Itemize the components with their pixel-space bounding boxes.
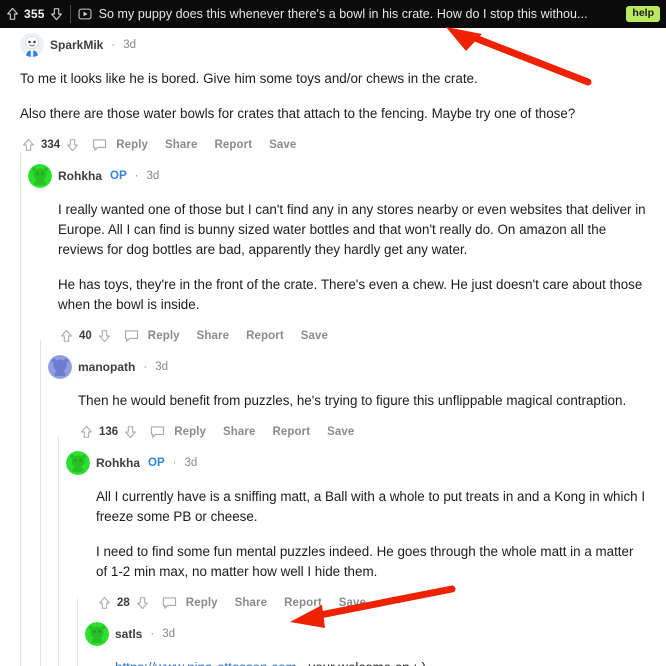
arrow-up-icon[interactable] bbox=[98, 596, 111, 610]
post-flair-badge[interactable]: help bbox=[626, 6, 660, 22]
arrow-down-icon[interactable] bbox=[136, 596, 149, 610]
post-header-bar: 355 So my puppy does this whenever there… bbox=[0, 0, 666, 28]
comment-paragraph: Then he would benefit from puzzles, he's… bbox=[78, 393, 627, 408]
comment-actions: 28 Reply Share Report Save bbox=[98, 591, 648, 615]
arrow-down-icon[interactable] bbox=[98, 329, 111, 343]
comment-satls: satls · 3d https://www.nina-ottosson.com… bbox=[0, 615, 666, 666]
comment-paragraph: I need to find some fun mental puzzles i… bbox=[96, 544, 634, 579]
avatar[interactable] bbox=[20, 33, 44, 57]
reply-button[interactable]: Reply bbox=[148, 330, 180, 342]
comment-separator: · bbox=[134, 170, 139, 182]
comment-header: satls · 3d bbox=[85, 621, 648, 647]
comment-bubble-icon[interactable] bbox=[124, 329, 139, 343]
comment-bubble-icon[interactable] bbox=[162, 596, 177, 610]
comment-timestamp: 3d bbox=[146, 170, 160, 182]
comment-header: SparkMik · 3d bbox=[20, 32, 648, 58]
report-button[interactable]: Report bbox=[272, 426, 310, 438]
avatar[interactable] bbox=[28, 164, 52, 188]
save-button[interactable]: Save bbox=[269, 139, 296, 151]
comment-timestamp: 3d bbox=[162, 628, 175, 640]
comment-header: Rohkha OP · 3d bbox=[66, 450, 648, 476]
comment-separator: · bbox=[172, 457, 177, 469]
arrow-up-icon[interactable] bbox=[22, 138, 35, 152]
comment-separator: · bbox=[150, 628, 155, 640]
comment-author[interactable]: satls bbox=[115, 627, 142, 641]
report-button[interactable]: Report bbox=[284, 597, 322, 609]
share-button[interactable]: Share bbox=[223, 426, 255, 438]
avatar[interactable] bbox=[48, 355, 72, 379]
comment-author[interactable]: Rohkha bbox=[58, 169, 102, 183]
comment-body: To me it looks like he is bored. Give hi… bbox=[20, 69, 648, 124]
comment-body: https://www.nina-ottosson.com - your wel… bbox=[115, 658, 648, 666]
comment-bubble-icon[interactable] bbox=[150, 425, 165, 439]
comment-paragraph: https://www.nina-ottosson.com - your wel… bbox=[115, 658, 648, 666]
comment-score: 28 bbox=[117, 597, 130, 609]
comment-actions: 136 Reply Share Report Save bbox=[80, 420, 648, 444]
reply-button[interactable]: Reply bbox=[116, 139, 148, 151]
post-vote-group: 355 bbox=[6, 7, 63, 21]
reply-button[interactable]: Reply bbox=[174, 426, 206, 438]
avatar[interactable] bbox=[85, 622, 109, 646]
comment-timestamp: 3d bbox=[123, 39, 136, 51]
comment-timestamp: 3d bbox=[155, 361, 168, 373]
header-divider bbox=[69, 5, 71, 23]
post-score: 355 bbox=[24, 7, 45, 21]
comment-score: 40 bbox=[79, 330, 92, 342]
comment-sparkmik: SparkMik · 3d To me it looks like he is … bbox=[0, 28, 666, 157]
avatar[interactable] bbox=[66, 451, 90, 475]
external-link[interactable]: https://www.nina-ottosson.com bbox=[115, 660, 297, 666]
comment-header: manopath · 3d bbox=[48, 354, 648, 380]
post-title[interactable]: So my puppy does this whenever there's a… bbox=[99, 7, 619, 21]
video-play-icon bbox=[78, 8, 92, 20]
comment-score: 136 bbox=[99, 426, 119, 438]
arrow-up-icon[interactable] bbox=[80, 425, 93, 439]
comment-rohkha-1: Rohkha OP · 3d I really wanted one of th… bbox=[0, 157, 666, 348]
comment-body: Then he would benefit from puzzles, he's… bbox=[78, 391, 648, 411]
share-button[interactable]: Share bbox=[235, 597, 267, 609]
reddit-comment-thread-screenshot: 355 So my puppy does this whenever there… bbox=[0, 0, 666, 666]
comment-body: All I currently have is a sniffing matt,… bbox=[96, 487, 648, 582]
comment-score: 334 bbox=[41, 139, 61, 151]
save-button[interactable]: Save bbox=[327, 426, 354, 438]
comment-actions: 40 Reply Share Report Save bbox=[60, 324, 648, 348]
comment-actions: 334 Reply Share Report Save bbox=[22, 133, 648, 157]
comment-body: I really wanted one of those but I can't… bbox=[58, 200, 648, 315]
arrow-down-icon[interactable] bbox=[66, 138, 79, 152]
comment-manopath: manopath · 3d Then he would benefit from… bbox=[0, 348, 666, 444]
comment-header: Rohkha OP · 3d bbox=[28, 163, 648, 189]
comment-bubble-icon[interactable] bbox=[92, 138, 107, 152]
comment-timestamp: 3d bbox=[184, 457, 198, 469]
arrow-down-icon[interactable] bbox=[124, 425, 137, 439]
comment-separator: · bbox=[111, 39, 116, 51]
comment-author[interactable]: manopath bbox=[78, 360, 135, 374]
link-suffix-text: - your welcome op :-) bbox=[297, 660, 426, 666]
report-button[interactable]: Report bbox=[214, 139, 252, 151]
comment-author[interactable]: SparkMik bbox=[50, 38, 103, 52]
comment-paragraph: I really wanted one of those but I can't… bbox=[58, 202, 646, 257]
comment-paragraph: All I currently have is a sniffing matt,… bbox=[96, 489, 646, 524]
arrow-up-icon[interactable] bbox=[6, 7, 19, 21]
comment-author[interactable]: Rohkha bbox=[96, 456, 140, 470]
comment-paragraph: Also there are those water bowls for cra… bbox=[20, 106, 576, 121]
op-badge: OP bbox=[110, 170, 127, 182]
arrow-down-icon[interactable] bbox=[50, 7, 63, 21]
save-button[interactable]: Save bbox=[339, 597, 366, 609]
save-button[interactable]: Save bbox=[301, 330, 328, 342]
reply-button[interactable]: Reply bbox=[186, 597, 218, 609]
share-button[interactable]: Share bbox=[165, 139, 197, 151]
op-badge: OP bbox=[148, 457, 165, 469]
arrow-up-icon[interactable] bbox=[60, 329, 73, 343]
comment-paragraph: He has toys, they're in the front of the… bbox=[58, 277, 643, 312]
share-button[interactable]: Share bbox=[197, 330, 229, 342]
comment-rohkha-2: Rohkha OP · 3d All I currently have is a… bbox=[0, 444, 666, 615]
comments-list: SparkMik · 3d To me it looks like he is … bbox=[0, 28, 666, 666]
comment-separator: · bbox=[143, 361, 148, 373]
comment-paragraph: To me it looks like he is bored. Give hi… bbox=[20, 71, 478, 86]
report-button[interactable]: Report bbox=[246, 330, 284, 342]
